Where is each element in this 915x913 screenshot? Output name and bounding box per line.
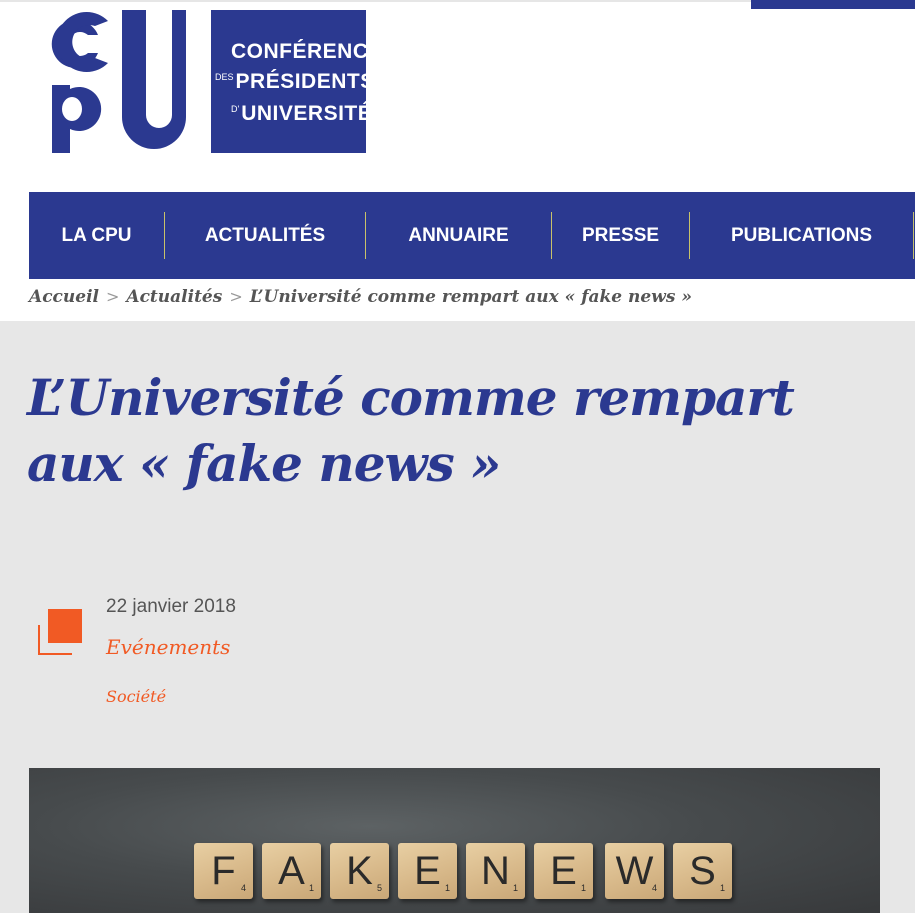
scrabble-tiles: F4 A1 K5 E1 N1 E1 W4 S1 [194,843,732,899]
breadcrumb: Accueil > Actualités > L’Université comme re… [29,287,692,313]
article-date: 22 janvier 2018 [106,596,236,617]
tile-score: 1 [580,883,586,893]
nav-item-actualites[interactable]: ACTUALITÉS [165,211,365,261]
letter-tile: N1 [466,843,525,899]
page-title: L’Université comme rempart aux « fake ne… [27,368,795,493]
cpu-logo-wordmark[interactable]: CONFÉRENCE DESPRÉSIDENTS D'UNIVERSITÉ [211,10,383,153]
nav-label: PRESSE [581,224,660,246]
category-square-icon [38,609,82,655]
featured-image: F4 A1 K5 E1 N1 E1 W4 S1 [29,768,880,913]
page: CONFÉRENCE DESPRÉSIDENTS D'UNIVERSITÉ LA… [0,0,915,913]
letter-tile: S1 [673,843,732,899]
nav-label: ANNUAIRE [408,224,509,246]
site-header: CONFÉRENCE DESPRÉSIDENTS D'UNIVERSITÉ [0,0,915,190]
tile-score: 1 [444,883,450,893]
nav-label: LA CPU [61,224,132,246]
tile-score: 4 [651,883,657,893]
nav-item-publications[interactable]: PUBLICATIONS [690,211,913,261]
breadcrumb-current: L’Université comme rempart aux « fake ne… [249,287,692,307]
breadcrumb-separator: > [105,287,120,306]
logo-line-3: D'UNIVERSITÉ [231,102,372,126]
nav-item-annuaire[interactable]: ANNUAIRE [366,211,551,261]
breadcrumb-separator: > [229,287,243,306]
logo-small-d: D' [231,104,240,114]
tile-score: 1 [512,883,518,893]
nav-divider [913,212,914,259]
logo-line-2-text: PRÉSIDENTS [235,70,375,93]
logo-line-3-text: UNIVERSITÉ [241,102,373,125]
tag-link[interactable]: Société [106,687,166,706]
tile-score: 1 [719,883,725,893]
letter-tile: A1 [262,843,321,899]
cpu-logo-icon[interactable] [50,5,186,157]
letter-tile: W4 [605,843,664,899]
letter-tile: E1 [398,843,457,899]
breadcrumb-news-link[interactable]: Actualités [126,287,222,307]
letter-tile: K5 [330,843,389,899]
category-link[interactable]: Evénements [106,635,230,659]
tile-score: 4 [240,883,246,893]
nav-label: ACTUALITÉS [204,224,326,246]
main-nav: LA CPU ACTUALITÉS ANNUAIRE PRESSE PUBLIC… [29,192,915,279]
nav-item-la-cpu[interactable]: LA CPU [29,211,164,261]
breadcrumb-home-link[interactable]: Accueil [29,287,99,307]
article-area: L’Université comme rempart aux « fake ne… [0,321,915,913]
nav-item-presse[interactable]: PRESSE [552,211,689,261]
letter-tile: F4 [194,843,253,899]
nav-label: PUBLICATIONS [730,224,873,246]
logo-line-2: DESPRÉSIDENTS [215,70,375,94]
tile-score: 1 [308,883,314,893]
logo-small-des: DES [215,72,234,82]
letter-tile: E1 [534,843,593,899]
top-accent-bar [751,0,915,9]
tile-score: 5 [376,883,382,893]
logo-line-1: CONFÉRENCE [231,40,384,63]
